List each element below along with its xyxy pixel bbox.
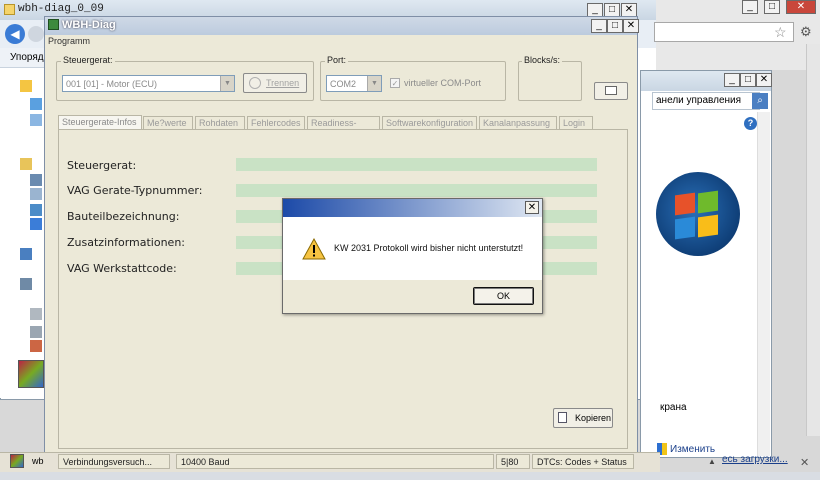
windows-flag-green — [698, 190, 718, 214]
tab-rohdaten[interactable]: Rohdaten — [195, 116, 245, 129]
status-counter: 5|80 — [496, 454, 530, 469]
download-arrow-icon[interactable]: ▲ — [708, 457, 716, 466]
taskbar-fragment: wb — [32, 456, 44, 466]
tab-kanalanpassung[interactable]: Kanalanpassung — [479, 116, 557, 129]
field-label-typnummer: VAG Gerate-Typnummer: — [67, 184, 203, 197]
back-arrow-icon[interactable]: ◀ — [5, 24, 25, 44]
wbh-title: WBH-Diag — [62, 19, 116, 31]
field-label-zusatzinformationen: Zusatzinformationen: — [67, 236, 185, 249]
cp-close-button[interactable]: ✕ — [756, 73, 772, 87]
chevron-down-icon[interactable]: ▼ — [220, 76, 234, 91]
winrar-icon[interactable] — [18, 360, 44, 388]
programm-menu[interactable]: Programm — [48, 36, 90, 46]
organize-menu[interactable]: Упоряд — [10, 52, 44, 63]
status-dtcs: DTCs: Codes + Status — [532, 454, 634, 469]
cp-text-line: крана — [660, 402, 687, 413]
chevron-down-icon[interactable]: ▼ — [367, 76, 381, 91]
field-label-bauteilbezeichnung: Bauteilbezeichnung: — [67, 210, 180, 223]
disconnect-icon — [249, 77, 261, 89]
maximize-button[interactable]: □ — [604, 3, 620, 17]
tab-softwarekonfiguration[interactable]: Softwarekonfiguration — [382, 116, 477, 129]
steuergeraet-select-value: 001 [01] - Motor (ECU) — [66, 79, 158, 89]
wbh-maximize-button[interactable]: □ — [607, 19, 623, 33]
folder-icon — [4, 4, 15, 15]
browser-scrollbar[interactable] — [806, 44, 820, 436]
status-connection: Verbindungsversuch... — [58, 454, 170, 469]
trennen-label: Trennen — [266, 78, 300, 88]
computer-icon[interactable] — [20, 278, 32, 290]
port-group-label: Port: — [325, 55, 349, 65]
wbh-minimize-button[interactable]: _ — [591, 19, 607, 33]
music-icon[interactable] — [30, 218, 42, 230]
warning-icon — [302, 238, 326, 260]
video-icon[interactable] — [30, 174, 42, 186]
dialog-close-button[interactable]: ✕ — [525, 201, 539, 214]
pictures-icon[interactable] — [30, 204, 42, 216]
ok-button[interactable]: OK — [473, 287, 534, 305]
blocks-label: Blocks/s: — [522, 55, 563, 65]
documents-icon[interactable] — [30, 188, 42, 200]
kopieren-label: Kopieren — [575, 413, 612, 423]
winrar-taskbar-icon[interactable] — [10, 454, 24, 468]
background-window-title: wbh-diag_0_09 — [18, 3, 104, 15]
printer-icon — [605, 86, 617, 95]
taskbar — [0, 472, 820, 480]
tab-steuergeraete-infos[interactable]: Steuergerate-Infos — [58, 115, 142, 129]
downloads-link[interactable]: есь загрузки... — [722, 454, 788, 465]
virtual-port-checkbox[interactable]: ✓ — [390, 78, 400, 88]
windows-logo-icon — [656, 172, 740, 256]
port-select-value: COM2 — [330, 79, 357, 89]
close-button[interactable]: ✕ — [621, 3, 637, 17]
windows-flag-yellow — [698, 214, 718, 238]
cp-change-link[interactable]: Изменить — [670, 444, 715, 455]
app-icon — [48, 19, 59, 30]
browser-close-button[interactable]: ✕ — [786, 0, 816, 14]
steuergeraet-group-label: Steuergerat: — [61, 55, 115, 65]
field-value-steuergeraet — [236, 158, 597, 171]
desktop-icon[interactable] — [30, 98, 42, 110]
browser-address-bar[interactable] — [654, 22, 794, 42]
browser-minimize-button[interactable]: _ — [742, 0, 758, 14]
help-icon[interactable]: ? — [744, 117, 757, 130]
minimize-button[interactable]: _ — [587, 3, 603, 17]
field-label-werkstattcode: VAG Werkstattcode: — [67, 262, 177, 275]
wrench-menu-icon[interactable]: ⚙ — [800, 24, 812, 40]
virtual-port-label: virtueller COM-Port — [404, 78, 482, 88]
drive-icon[interactable] — [30, 326, 42, 338]
tab-readiness-code[interactable]: Readiness-Code — [307, 116, 380, 140]
favorites-star-icon[interactable] — [20, 80, 32, 92]
dialog-titlebar[interactable] — [283, 199, 542, 217]
wbh-close-button[interactable]: ✕ — [623, 19, 639, 33]
cp-minimize-button[interactable]: _ — [724, 73, 740, 87]
wbh-titlebar[interactable] — [45, 17, 637, 35]
libraries-icon[interactable] — [20, 158, 32, 170]
network-icon[interactable] — [30, 340, 42, 352]
cp-search-text: анели управления — [656, 95, 742, 106]
tab-fehlercodes[interactable]: Fehlercodes — [247, 116, 305, 129]
tab-messwerte[interactable]: Me?werte — [143, 116, 193, 129]
homegroup-icon[interactable] — [20, 248, 32, 260]
cp-maximize-button[interactable]: □ — [740, 73, 756, 87]
tab-login[interactable]: Login — [559, 116, 593, 129]
field-value-typnummer — [236, 184, 597, 197]
wbh-menu-bar — [45, 35, 637, 49]
cp-scrollbar[interactable] — [757, 112, 770, 456]
windows-flag-blue — [675, 216, 695, 240]
windows-flag-red — [675, 192, 695, 216]
drive-icon[interactable] — [30, 308, 42, 320]
recent-icon[interactable] — [30, 114, 42, 126]
browser-restore-button[interactable]: □ — [764, 0, 780, 14]
close-downloads-icon[interactable]: ✕ — [800, 456, 809, 469]
dialog-message: KW 2031 Protokoll wird bisher nicht unte… — [334, 243, 524, 253]
field-label-steuergeraet: Steuergerat: — [67, 159, 137, 172]
forward-arrow-icon[interactable] — [28, 26, 44, 42]
bookmark-star-icon[interactable]: ☆ — [774, 24, 787, 41]
blocks-group — [518, 61, 582, 101]
status-baud: 10400 Baud — [176, 454, 494, 469]
copy-icon — [558, 412, 567, 423]
search-icon[interactable]: ⌕ — [752, 93, 768, 109]
